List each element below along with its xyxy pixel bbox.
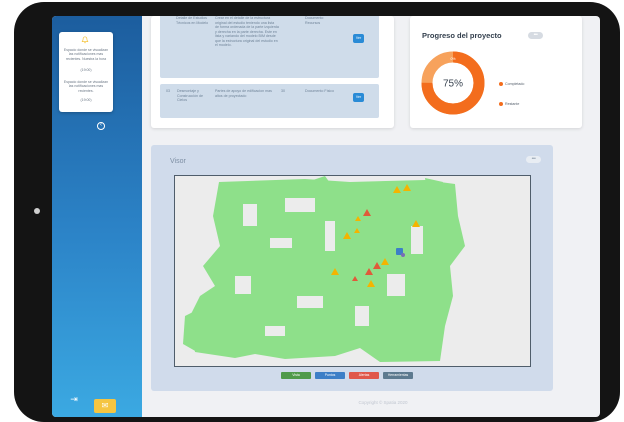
alerts-button[interactable]: Alertas (349, 372, 379, 379)
progress-marker: 0% (450, 57, 455, 61)
more-options-icon[interactable]: ••• (528, 32, 543, 39)
task-description: Crear en el detalle de la estructura ori… (215, 16, 279, 47)
table-row: 03 Desmontaje y Construcción de Cielos P… (160, 84, 379, 118)
task-code: 30 (281, 89, 285, 93)
legend-completed-label: Completado (505, 82, 525, 86)
task-description: Partes de apoyo de edificacion mas altos… (215, 89, 272, 98)
legend-completed-dot (499, 82, 503, 86)
bell-icon (81, 36, 89, 44)
task-name: Desmontaje y Construcción de Cielos (177, 89, 203, 102)
progress-percent: 75% (443, 79, 463, 90)
view-button[interactable]: Ver (353, 93, 364, 102)
progress-donut: 75% 0% (421, 51, 485, 115)
tablet-frame: Espacio donde se visualizan las notifica… (14, 2, 620, 422)
more-options-icon[interactable]: ••• (526, 156, 541, 163)
progress-title: Progreso del proyecto (422, 31, 502, 40)
visor-title: Visor (170, 158, 186, 165)
progress-panel: Progreso del proyecto ••• 75% 0% Complet… (410, 16, 582, 128)
tasks-panel: Detalle de Estudios Técnicos en Modelo C… (151, 16, 394, 128)
visor-panel: Visor ••• Vista Puntos Alertas Herramien… (151, 145, 553, 391)
view-button[interactable]: Ver (353, 34, 364, 43)
notifications-card[interactable]: Espacio donde se visualizan las notifica… (59, 32, 113, 112)
tools-button[interactable]: Herramientas (383, 372, 413, 379)
point-cloud-viewer[interactable] (174, 175, 531, 367)
sidebar: Espacio donde se visualizan las notifica… (52, 16, 142, 417)
logout-icon[interactable]: ⇥ (69, 394, 79, 404)
back-arrow-icon[interactable]: ‹ (97, 122, 105, 130)
task-type: Documento Físico (305, 89, 334, 93)
legend-remaining-label: Restante (505, 102, 520, 106)
task-type: Documento Recursos (305, 16, 324, 25)
legend-completed: Completado (499, 82, 525, 86)
tablet-camera (34, 208, 40, 214)
footer-copyright: Copyright © Spatia 2020 (358, 400, 408, 405)
view-mode-button[interactable]: Vista (281, 372, 311, 379)
legend-remaining-dot (499, 102, 503, 106)
legend-remaining: Restante (499, 102, 520, 106)
app-screen: Espacio donde se visualizan las notifica… (52, 16, 600, 417)
notification-time: (19:00) (80, 68, 92, 72)
chat-help-icon[interactable]: ✉ (94, 399, 116, 413)
notification-text: Espacio donde se visualizan las notifica… (63, 48, 109, 61)
point-cloud-map (183, 176, 465, 362)
notification-time: (19:00) (80, 98, 92, 102)
task-number: 03 (166, 89, 170, 93)
notification-text: Espacio donde se visualizan las notifica… (63, 80, 109, 93)
task-name: Detalle de Estudios Técnicos en Modelo (176, 16, 209, 25)
table-row: Detalle de Estudios Técnicos en Modelo C… (160, 16, 379, 78)
points-button[interactable]: Puntos (315, 372, 345, 379)
